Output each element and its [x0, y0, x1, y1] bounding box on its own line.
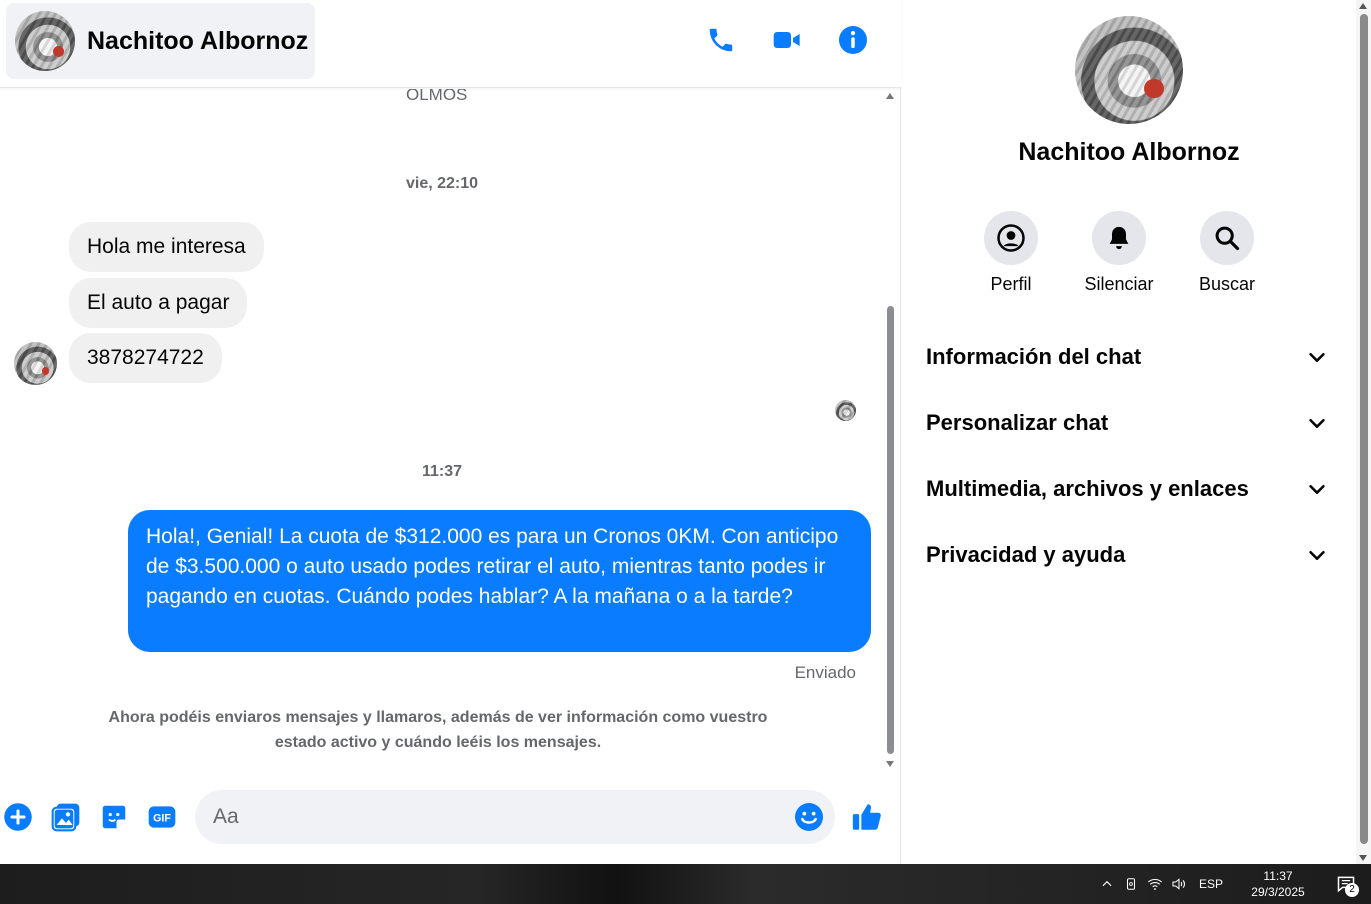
- conversation-info-panel: Nachitoo Albornoz Perfil Silenciar Busca…: [902, 0, 1356, 864]
- scroll-down-arrow[interactable]: [1359, 855, 1367, 861]
- device-icon[interactable]: [1119, 864, 1143, 904]
- plus-icon[interactable]: [1, 800, 35, 834]
- wifi-icon[interactable]: [1143, 864, 1167, 904]
- read-receipt-avatar: [835, 400, 856, 421]
- clock[interactable]: 11:37 29/3/2025: [1235, 868, 1321, 900]
- sender-avatar[interactable]: [14, 342, 57, 385]
- contact-avatar: [15, 11, 75, 71]
- language-indicator[interactable]: ESP: [1199, 877, 1223, 891]
- profile-label: Perfil: [990, 274, 1032, 294]
- incoming-message[interactable]: 3878274722: [69, 333, 222, 383]
- notification-count-badge: 2: [1345, 883, 1359, 897]
- mute-button[interactable]: Silenciar: [1080, 211, 1158, 295]
- incoming-message[interactable]: Hola me interesa: [69, 222, 264, 272]
- chat-column: Nachitoo Albornoz OLMOS vie, 22:10 Hola …: [0, 0, 901, 864]
- system-tray: ESP 11:37 29/3/2025 2: [1095, 864, 1371, 904]
- sent-status: Enviado: [794, 663, 856, 682]
- section-customize-chat[interactable]: Personalizar chat: [912, 390, 1342, 456]
- profile-actions: Perfil Silenciar Buscar: [972, 211, 1266, 295]
- scroll-up-arrow[interactable]: [1359, 3, 1367, 9]
- scroll-thumb[interactable]: [1360, 14, 1368, 844]
- sticker-icon[interactable]: [97, 800, 131, 834]
- chevron-down-icon: [1309, 418, 1325, 428]
- mute-label: Silenciar: [1084, 274, 1154, 294]
- message-input[interactable]: [213, 790, 773, 844]
- incoming-message[interactable]: El auto a pagar: [69, 278, 248, 328]
- message-list[interactable]: OLMOS vie, 22:10 Hola me interesa El aut…: [0, 89, 884, 769]
- section-label: Información del chat: [926, 344, 1142, 369]
- profile-button[interactable]: Perfil: [972, 211, 1050, 295]
- chevron-up-icon[interactable]: [1095, 864, 1119, 904]
- chevron-down-icon: [1309, 352, 1325, 362]
- messenger-app: Nachitoo Albornoz OLMOS vie, 22:10 Hola …: [0, 0, 1371, 864]
- section-label: Privacidad y ayuda: [926, 542, 1126, 567]
- section-privacy-help[interactable]: Privacidad y ayuda: [912, 522, 1342, 588]
- search-icon: [1200, 211, 1254, 265]
- section-label: Personalizar chat: [926, 410, 1109, 435]
- info-sections: Información del chat Personalizar chat M…: [912, 324, 1342, 588]
- section-chat-info[interactable]: Información del chat: [912, 324, 1342, 390]
- chevron-down-icon: [1309, 484, 1325, 494]
- connection-notice: Ahora podéis enviaros mensajes y llamaro…: [108, 709, 768, 751]
- timestamp-separator: 11:37: [421, 463, 463, 480]
- profile-icon: [984, 211, 1038, 265]
- page-scrollbar[interactable]: [1356, 0, 1371, 864]
- conversation-contact-button[interactable]: Nachitoo Albornoz: [6, 3, 315, 79]
- clock-date: 29/3/2025: [1251, 885, 1305, 899]
- message-composer: GIF: [0, 784, 901, 854]
- contact-name: Nachitoo Albornoz: [87, 26, 309, 55]
- clock-time: 11:37: [1263, 869, 1293, 883]
- profile-avatar[interactable]: [1075, 16, 1183, 124]
- section-label: Multimedia, archivos y enlaces: [926, 476, 1249, 501]
- outgoing-message[interactable]: Hola!, Genial! La cuota de $312.000 es p…: [128, 510, 871, 652]
- chevron-down-icon: [1309, 550, 1325, 560]
- search-button[interactable]: Buscar: [1188, 211, 1266, 295]
- search-label: Buscar: [1198, 274, 1256, 294]
- header-actions: [705, 24, 869, 56]
- image-icon[interactable]: [49, 800, 83, 834]
- taskbar: ESP 11:37 29/3/2025 2: [0, 864, 1371, 904]
- smiley-icon[interactable]: [793, 801, 825, 833]
- bell-icon: [1092, 211, 1146, 265]
- chat-scrollbar[interactable]: [884, 89, 898, 769]
- volume-icon[interactable]: [1167, 864, 1191, 904]
- section-media-files-links[interactable]: Multimedia, archivos y enlaces: [912, 456, 1342, 522]
- phone-icon[interactable]: [705, 24, 737, 56]
- notification-center-button[interactable]: 2: [1321, 864, 1371, 904]
- scroll-down-arrow[interactable]: [886, 761, 894, 767]
- gif-icon[interactable]: GIF: [145, 800, 179, 834]
- previous-message-snippet: OLMOS: [406, 89, 468, 104]
- thumbs-up-icon[interactable]: [850, 800, 884, 834]
- gif-label: GIF: [153, 813, 171, 825]
- profile-name: Nachitoo Albornoz: [1018, 138, 1240, 166]
- scroll-thumb[interactable]: [887, 306, 894, 754]
- message-input-box[interactable]: [195, 790, 835, 844]
- video-camera-icon[interactable]: [771, 24, 803, 56]
- timestamp-separator: vie, 22:10: [405, 175, 479, 192]
- scroll-up-arrow[interactable]: [886, 93, 894, 99]
- info-icon[interactable]: [837, 24, 869, 56]
- chat-header: Nachitoo Albornoz: [0, 0, 901, 88]
